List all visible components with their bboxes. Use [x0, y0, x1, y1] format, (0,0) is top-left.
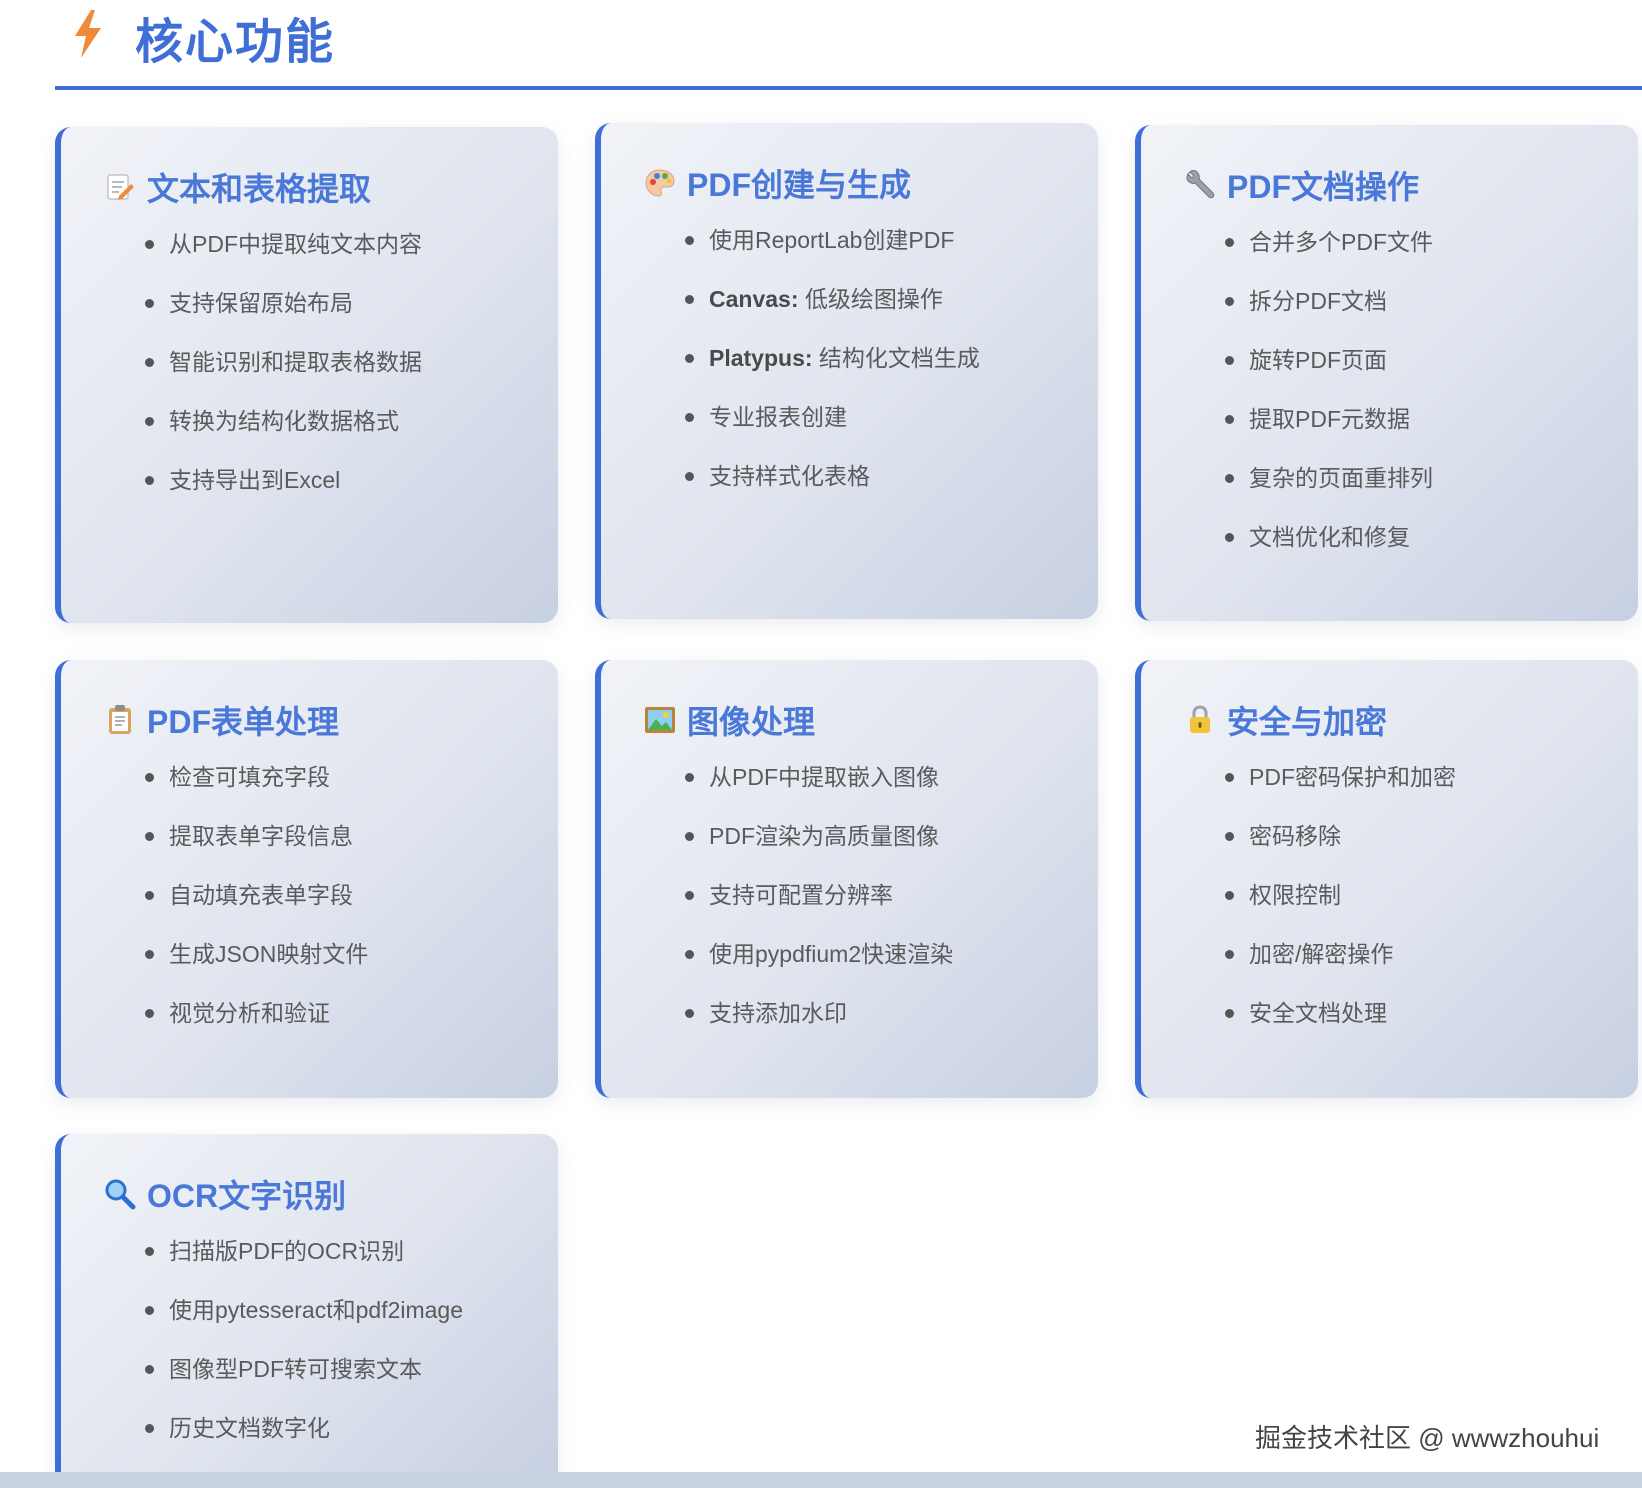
list-item: 支持可配置分辨率 [685, 880, 953, 939]
list-item: 历史文档数字化 [145, 1413, 463, 1472]
card-header: 安全与加密 [1183, 700, 1387, 740]
feature-list: 使用ReportLab创建PDF Canvas: 低级绘图操作 Platypus… [685, 225, 980, 520]
feature-list: PDF密码保护和加密 密码移除 权限控制 加密/解密操作 安全文档处理 [1225, 762, 1456, 1057]
list-item: 从PDF中提取嵌入图像 [685, 762, 953, 821]
list-item: 密码移除 [1225, 821, 1456, 880]
list-item: 专业报表创建 [685, 402, 980, 461]
list-item: 提取PDF元数据 [1225, 404, 1433, 463]
feature-card-pdf-creation: PDF创建与生成 使用ReportLab创建PDF Canvas: 低级绘图操作… [595, 123, 1098, 619]
card-header: 图像处理 [643, 700, 815, 740]
list-item: 图像型PDF转可搜索文本 [145, 1354, 463, 1413]
list-item: 支持导出到Excel [145, 465, 422, 524]
list-item: 使用ReportLab创建PDF [685, 225, 980, 284]
list-item: 检查可填充字段 [145, 762, 368, 821]
list-item: 复杂的页面重排列 [1225, 463, 1433, 522]
list-item: 使用pypdfium2快速渲染 [685, 939, 953, 998]
list-item: 提取表单字段信息 [145, 821, 368, 880]
lightning-bolt-icon [73, 10, 103, 63]
feature-card-security: 安全与加密 PDF密码保护和加密 密码移除 权限控制 加密/解密操作 安全文档处… [1135, 660, 1638, 1098]
card-title: OCR文字识别 [147, 1178, 347, 1214]
card-title: 安全与加密 [1227, 704, 1388, 740]
list-item: 加密/解密操作 [1225, 939, 1456, 998]
list-item: 安全文档处理 [1225, 998, 1456, 1057]
page-title: 核心功能 [135, 16, 336, 69]
list-item: 合并多个PDF文件 [1225, 227, 1433, 286]
card-header: PDF表单处理 [103, 700, 339, 740]
card-header: PDF创建与生成 [643, 163, 911, 203]
list-item: 智能识别和提取表格数据 [145, 347, 422, 406]
feature-card-ocr: OCR文字识别 扫描版PDF的OCR识别 使用pytesseract和pdf2i… [55, 1134, 558, 1474]
card-title: PDF表单处理 [147, 704, 340, 740]
list-item: 扫描版PDF的OCR识别 [145, 1236, 463, 1295]
bottom-edge-bar [0, 1472, 1642, 1488]
feature-card-pdf-operations: PDF文档操作 合并多个PDF文件 拆分PDF文档 旋转PDF页面 提取PDF元… [1135, 125, 1638, 621]
list-item: 支持添加水印 [685, 998, 953, 1057]
card-header: PDF文档操作 [1183, 165, 1419, 205]
list-item: PDF渲染为高质量图像 [685, 821, 953, 880]
list-item: 从PDF中提取纯文本内容 [145, 229, 422, 288]
wrench-icon [1183, 168, 1217, 202]
feature-card-pdf-forms: PDF表单处理 检查可填充字段 提取表单字段信息 自动填充表单字段 生成JSON… [55, 660, 558, 1098]
card-title: PDF创建与生成 [687, 167, 912, 203]
list-item: 文档优化和修复 [1225, 522, 1433, 581]
list-item: 生成JSON映射文件 [145, 939, 368, 998]
palette-icon [643, 166, 677, 200]
section-header: 核心功能 [55, 0, 1642, 92]
magnifier-icon [103, 1177, 137, 1211]
landscape-picture-icon [643, 703, 677, 737]
card-title: 图像处理 [687, 704, 816, 740]
list-item: 自动填充表单字段 [145, 880, 368, 939]
list-item: Platypus: 结构化文档生成 [685, 343, 980, 402]
card-title: 文本和表格提取 [147, 171, 372, 207]
feature-list: 扫描版PDF的OCR识别 使用pytesseract和pdf2image 图像型… [145, 1236, 463, 1472]
card-header: 文本和表格提取 [103, 167, 371, 207]
list-item: 使用pytesseract和pdf2image [145, 1295, 463, 1354]
clipboard-icon [103, 703, 137, 737]
card-header: OCR文字识别 [103, 1174, 346, 1214]
lock-icon [1183, 703, 1217, 737]
list-item: 视觉分析和验证 [145, 998, 368, 1057]
list-item: 支持保留原始布局 [145, 288, 422, 347]
header-divider [55, 86, 1642, 90]
memo-pencil-icon [103, 170, 137, 204]
list-item: 旋转PDF页面 [1225, 345, 1433, 404]
list-item: Canvas: 低级绘图操作 [685, 284, 980, 343]
feature-list: 合并多个PDF文件 拆分PDF文档 旋转PDF页面 提取PDF元数据 复杂的页面… [1225, 227, 1433, 581]
feature-list: 从PDF中提取嵌入图像 PDF渲染为高质量图像 支持可配置分辨率 使用pypdf… [685, 762, 953, 1057]
feature-card-text-extraction: 文本和表格提取 从PDF中提取纯文本内容 支持保留原始布局 智能识别和提取表格数… [55, 127, 558, 623]
feature-list: 检查可填充字段 提取表单字段信息 自动填充表单字段 生成JSON映射文件 视觉分… [145, 762, 368, 1057]
list-item: 转换为结构化数据格式 [145, 406, 422, 465]
card-title: PDF文档操作 [1227, 169, 1420, 205]
feature-list: 从PDF中提取纯文本内容 支持保留原始布局 智能识别和提取表格数据 转换为结构化… [145, 229, 422, 524]
list-item: 拆分PDF文档 [1225, 286, 1433, 345]
watermark: 掘金技术社区 @ wwwzhouhui [1255, 1423, 1600, 1453]
list-item: PDF密码保护和加密 [1225, 762, 1456, 821]
list-item: 支持样式化表格 [685, 461, 980, 520]
feature-card-image-processing: 图像处理 从PDF中提取嵌入图像 PDF渲染为高质量图像 支持可配置分辨率 使用… [595, 660, 1098, 1098]
list-item: 权限控制 [1225, 880, 1456, 939]
